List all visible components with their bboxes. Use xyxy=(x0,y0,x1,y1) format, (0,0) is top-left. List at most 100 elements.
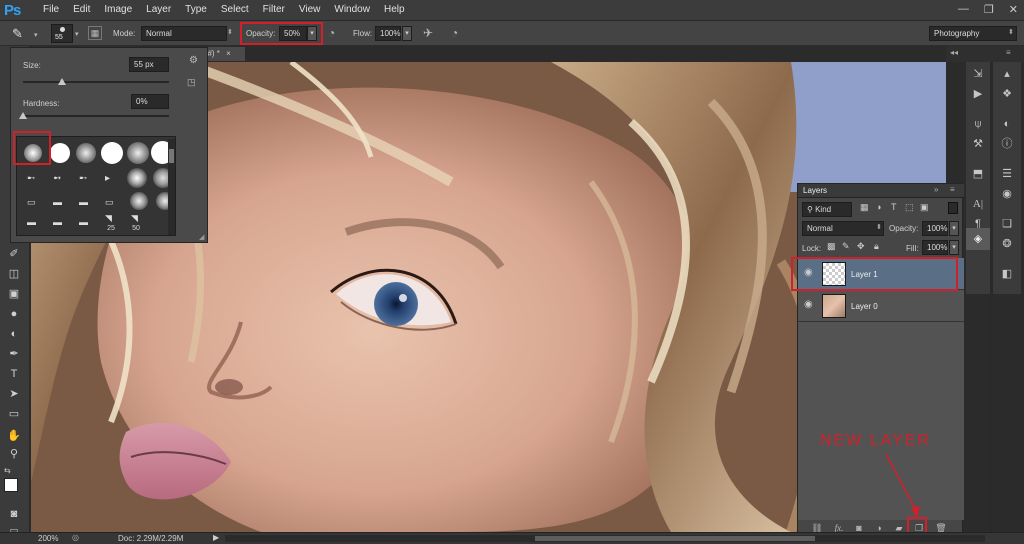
layer-filter-kind-select[interactable]: ⚲ Kind xyxy=(802,202,852,217)
status-info-icon[interactable]: ◎ xyxy=(72,533,79,542)
document-tab-close-icon[interactable]: × xyxy=(226,49,231,58)
menu-image[interactable]: Image xyxy=(97,4,139,15)
preset-dry-icon[interactable]: ➸ xyxy=(79,173,87,184)
clone-source-icon[interactable]: ⚒ xyxy=(970,136,986,152)
menu-window[interactable]: Window xyxy=(327,4,377,15)
layer-opacity-field[interactable]: 100% xyxy=(922,221,948,236)
restore-icon[interactable]: ❐ xyxy=(984,3,994,16)
comments-panel-icon[interactable]: ◧ xyxy=(999,266,1015,282)
mode-select[interactable]: Normal xyxy=(141,26,227,41)
info-panel-icon[interactable]: ⓘ xyxy=(999,136,1015,152)
brush-panel-toggle-icon[interactable]: ▦ xyxy=(88,26,102,40)
flow-field[interactable]: 100% xyxy=(375,26,401,41)
preset-soft-5-icon[interactable] xyxy=(130,192,148,210)
foreground-color-swatch[interactable] xyxy=(4,478,18,492)
lock-transparency-icon[interactable]: ▩ xyxy=(827,241,836,252)
histogram-panel-icon[interactable]: ▴ xyxy=(999,66,1015,82)
preset-flat-icon[interactable]: ▭ xyxy=(27,197,36,208)
minimize-icon[interactable]: — xyxy=(958,3,969,16)
preset-hard-round-2[interactable] xyxy=(100,141,124,165)
close-window-icon[interactable]: ✕ xyxy=(1009,3,1018,16)
preset-hard-round[interactable] xyxy=(48,141,72,165)
airbrush-icon[interactable]: ✈ xyxy=(423,26,433,40)
menu-edit[interactable]: Edit xyxy=(66,4,97,15)
size-slider-track[interactable] xyxy=(23,81,169,83)
layer-row[interactable]: ◉ Layer 0 xyxy=(798,290,964,322)
size-field[interactable]: 55 px xyxy=(129,57,169,72)
history-panel-icon[interactable]: ⇲ xyxy=(970,66,986,82)
history-brush-tool-icon[interactable]: ✐ xyxy=(6,246,22,262)
hardness-slider-thumb[interactable] xyxy=(19,112,27,119)
lock-all-icon[interactable]: 🔒︎ xyxy=(874,241,879,252)
rectangle-tool-icon[interactable]: ▭ xyxy=(6,406,22,422)
gear-icon[interactable]: ⚙ xyxy=(189,55,198,66)
layers-panel-tab[interactable]: ◈ xyxy=(966,228,990,250)
popup-resize-grip-icon[interactable]: ◢ xyxy=(199,233,204,241)
status-menu-arrow-icon[interactable]: ▶ xyxy=(213,533,219,542)
preset-airbrush-icon[interactable] xyxy=(127,168,147,188)
preset-flat-2-icon[interactable]: ▬ xyxy=(53,197,62,207)
actions-panel-icon[interactable]: ▶ xyxy=(970,86,986,102)
filter-pixel-icon[interactable]: ▦ xyxy=(860,202,869,213)
zoom-tool-icon[interactable]: ⚲ xyxy=(6,446,22,462)
filter-adjustment-icon[interactable]: ◑ xyxy=(876,202,881,212)
filter-toggle[interactable] xyxy=(948,202,958,214)
pen-tool-icon[interactable]: ✒ xyxy=(6,346,22,362)
preset-wet-icon[interactable]: ▸ xyxy=(105,173,110,184)
channels-panel-icon[interactable]: ❂ xyxy=(999,236,1015,252)
dock-menu-icon[interactable]: ≡ xyxy=(1006,48,1011,57)
swap-colors-icon[interactable]: ⇆ xyxy=(4,466,11,475)
type-tool-icon[interactable]: T xyxy=(6,366,22,382)
menu-file[interactable]: File xyxy=(36,4,66,15)
preset-flat-5-icon[interactable]: ▬ xyxy=(27,217,36,227)
preset-chalk-icon[interactable]: ➸ xyxy=(27,173,35,184)
layers-panel-title[interactable]: Layers xyxy=(803,186,827,195)
fill-dropdown-icon[interactable]: ▾ xyxy=(949,240,959,255)
blur-tool-icon[interactable]: ● xyxy=(6,306,22,322)
filter-type-icon[interactable]: T xyxy=(891,202,897,212)
gradient-tool-icon[interactable]: ▣ xyxy=(6,286,22,302)
tool-preset-arrow-icon[interactable]: ▾ xyxy=(34,31,38,39)
preset-soft-round-3[interactable] xyxy=(126,141,150,165)
visibility-eye-icon[interactable]: ◉ xyxy=(804,300,816,310)
hand-tool-icon[interactable]: ✋ xyxy=(6,428,22,444)
path-selection-tool-icon[interactable]: ➤ xyxy=(6,386,22,402)
brush-preset-picker[interactable]: 55 xyxy=(51,24,73,43)
preset-flat-3-icon[interactable]: ▬ xyxy=(79,197,88,207)
preset-soft-round-2[interactable] xyxy=(74,141,98,165)
menu-filter[interactable]: Filter xyxy=(256,4,292,15)
horizontal-scrollbar[interactable] xyxy=(225,535,985,542)
horizontal-scrollbar-thumb[interactable] xyxy=(535,536,815,541)
adjustments-panel-icon[interactable]: ◐ xyxy=(999,116,1015,132)
brush-picker-arrow-icon[interactable]: ▾ xyxy=(75,30,79,38)
presets-scrollbar-thumb[interactable] xyxy=(169,149,174,163)
eraser-tool-icon[interactable]: ◫ xyxy=(6,266,22,282)
pressure-opacity-icon[interactable]: ◔ xyxy=(328,26,335,40)
lock-image-icon[interactable]: ✎ xyxy=(842,241,850,252)
new-preset-icon[interactable]: ◳ xyxy=(187,77,196,88)
presets-scrollbar[interactable] xyxy=(168,139,175,235)
hardness-field[interactable]: 0% xyxy=(131,94,169,109)
pressure-size-icon[interactable]: ◔ xyxy=(451,26,458,40)
menu-layer[interactable]: Layer xyxy=(139,4,178,15)
preset-star-icon[interactable]: ➻ xyxy=(53,173,61,184)
quick-mask-icon[interactable]: ◙ xyxy=(6,506,22,522)
styles-panel-icon[interactable]: ◉ xyxy=(999,186,1015,202)
preset-flat-8-icon[interactable]: ◥ xyxy=(105,213,112,224)
properties-panel-icon[interactable]: ☰ xyxy=(999,166,1015,182)
preset-flat-7-icon[interactable]: ▬ xyxy=(79,217,88,227)
notes-panel-icon[interactable]: ❏ xyxy=(999,216,1015,232)
character-panel-icon[interactable]: A| xyxy=(970,196,986,212)
navigator-panel-icon[interactable]: ❖ xyxy=(999,86,1015,102)
blend-mode-select[interactable]: Normal xyxy=(802,221,884,236)
menu-view[interactable]: View xyxy=(292,4,328,15)
tool-presets-icon[interactable]: ⬒ xyxy=(970,166,986,182)
filter-shape-icon[interactable]: ⬚ xyxy=(905,202,914,213)
menu-help[interactable]: Help xyxy=(377,4,412,15)
preset-flat-6-icon[interactable]: ▬ xyxy=(53,217,62,227)
collapse-dock-icon[interactable]: ◂◂ xyxy=(950,48,958,57)
brush-tool-icon[interactable]: ✎ xyxy=(12,26,23,42)
preset-flat-4-icon[interactable]: ▭ xyxy=(105,197,114,208)
size-slider-thumb[interactable] xyxy=(58,78,66,85)
menu-select[interactable]: Select xyxy=(214,4,256,15)
